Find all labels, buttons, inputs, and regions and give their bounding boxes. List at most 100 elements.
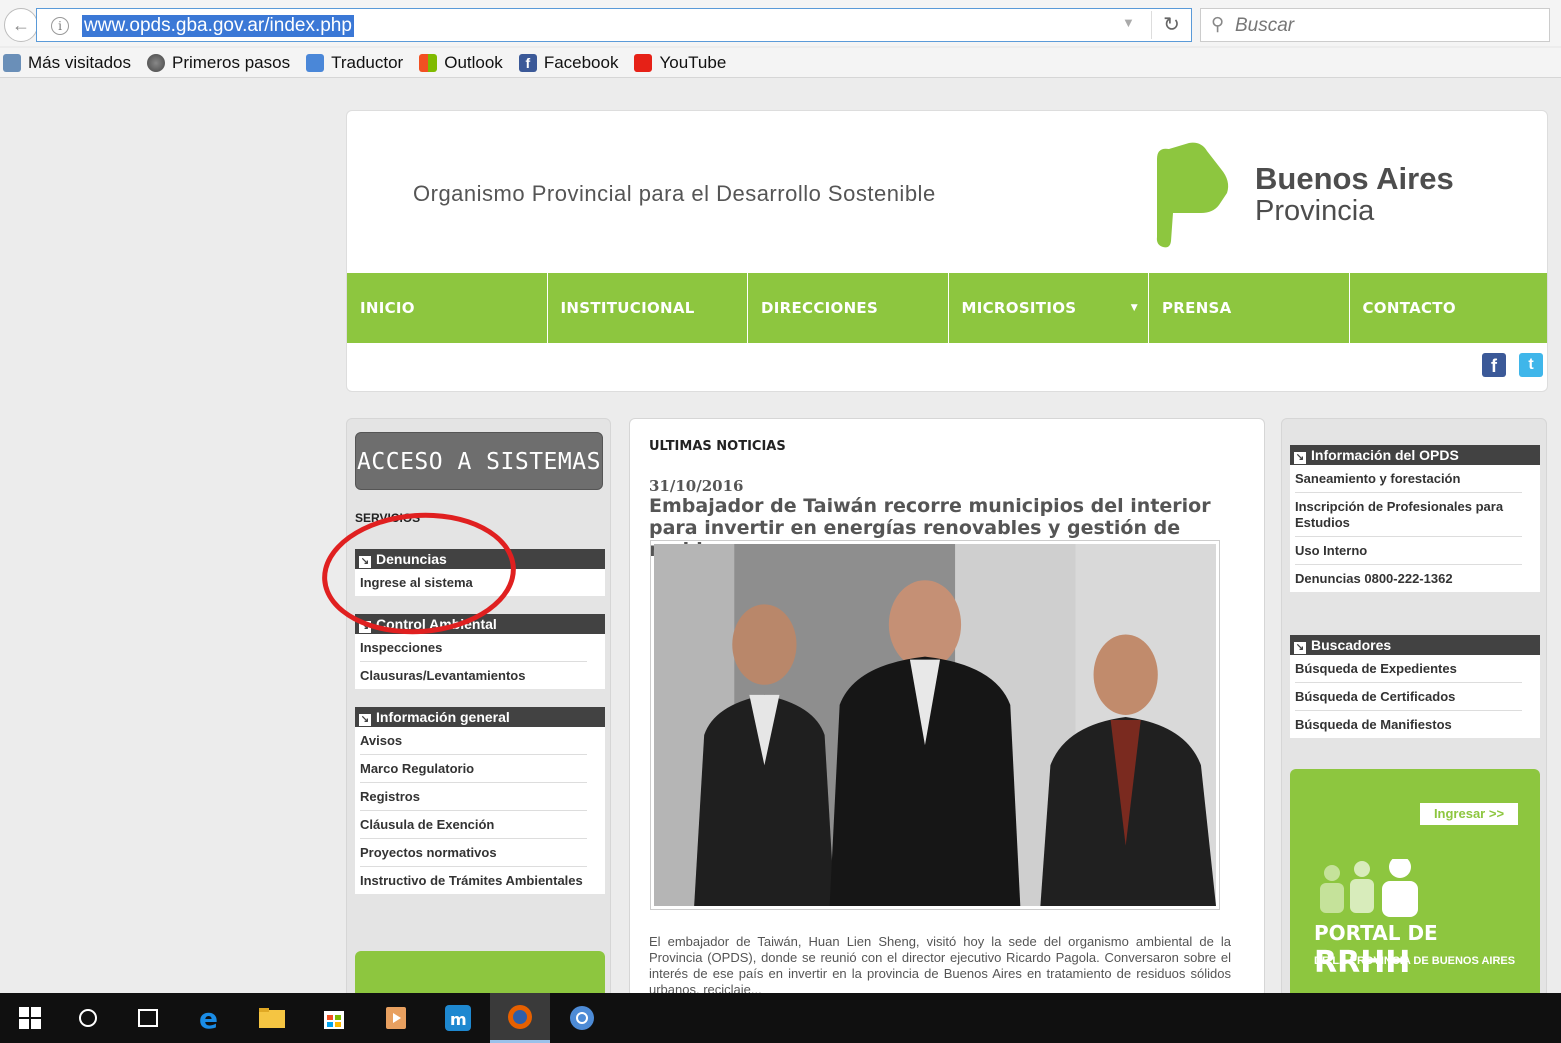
arrow-icon: ↘ [1294, 642, 1306, 654]
green-banner[interactable] [355, 951, 605, 997]
left-sidebar: ACCESO A SISTEMAS SERVICIOS ↘ Denuncias I… [346, 418, 611, 998]
block-header: ↘ Buscadores [1290, 635, 1540, 655]
link-busqueda-certificados[interactable]: Búsqueda de Certificados [1295, 683, 1522, 711]
link-instructivo-tramites[interactable]: Instructivo de Trámites Ambientales [360, 867, 587, 894]
bookmark-outlook[interactable]: Outlook [413, 53, 503, 73]
reload-icon[interactable]: ↻ [1151, 11, 1191, 39]
link-inspecciones[interactable]: Inspecciones [360, 634, 587, 662]
news-date: 31/10/2016 [649, 477, 744, 495]
buenos-aires-logo-icon[interactable] [1151, 141, 1233, 251]
translate-icon [306, 53, 325, 72]
news-photo[interactable] [650, 540, 1220, 910]
microsoft-icon [419, 53, 438, 72]
link-inscripcion-profesionales[interactable]: Inscripción de Profesionales para Estudi… [1295, 493, 1522, 537]
bookmark-youtube[interactable]: YouTube [628, 53, 726, 73]
logo-text-line2: Provincia [1255, 195, 1375, 227]
store-icon[interactable] [304, 993, 364, 1043]
svg-text:e: e [199, 1004, 218, 1032]
address-bar[interactable]: i www.opds.gba.gov.ar/index.php ▼ ↻ [36, 8, 1192, 42]
search-input[interactable]: ⚲ Buscar [1200, 8, 1550, 42]
organization-name: Organismo Provincial para el Desarrollo … [413, 181, 936, 206]
link-denuncias-telefono[interactable]: Denuncias 0800-222-1362 [1295, 565, 1522, 592]
firefox-icon[interactable] [490, 993, 550, 1043]
block-title: Buscadores [1311, 637, 1392, 653]
caret-down-icon: ▼ [1130, 303, 1138, 313]
site-header: Organismo Provincial para el Desarrollo … [346, 110, 1548, 392]
main-nav: INICIO INSTITUCIONAL DIRECCIONES MICROSI… [347, 273, 1548, 343]
portal-subtitle: DE LA PROVINCIA DE BUENOS AIRES [1314, 955, 1516, 967]
block-title: Información general [376, 709, 510, 725]
portal-title: PORTAL DE RRHH [1314, 921, 1540, 980]
nav-prensa[interactable]: PRENSA [1149, 273, 1350, 343]
news-panel: ULTIMAS NOTICIAS 31/10/2016 Embajador de… [629, 418, 1265, 998]
informacion-general-block: ↘ Información general Avisos Marco Regula… [355, 707, 605, 894]
informacion-opds-block: ↘ Información del OPDS Saneamiento y fore… [1290, 445, 1540, 592]
arrow-icon: ↘ [359, 714, 371, 726]
link-avisos[interactable]: Avisos [360, 727, 587, 755]
most-visited-icon [3, 53, 21, 72]
bookmark-mas-visitados[interactable]: Más visitados [0, 53, 131, 73]
media-player-icon[interactable] [366, 993, 426, 1043]
bookmark-traductor[interactable]: Traductor [300, 53, 403, 73]
arrow-icon: ↘ [1294, 452, 1306, 464]
block-header: ↘ Información general [355, 707, 605, 727]
acceso-sistemas-button[interactable]: ACCESO A SISTEMAS [355, 432, 603, 490]
bookmark-label: Outlook [444, 52, 503, 72]
twitter-icon[interactable]: t [1519, 353, 1543, 377]
link-busqueda-expedientes[interactable]: Búsqueda de Expedientes [1295, 655, 1522, 683]
link-saneamiento[interactable]: Saneamiento y forestación [1295, 465, 1522, 493]
youtube-icon [634, 53, 653, 72]
url-text[interactable]: www.opds.gba.gov.ar/index.php [82, 15, 354, 37]
search-icon: ⚲ [1211, 14, 1225, 34]
link-clausuras[interactable]: Clausuras/Levantamientos [360, 662, 587, 689]
portal-rrhh-banner[interactable]: Ingresar >> PORTAL DE RRHH DE LA PROVINC… [1290, 769, 1540, 997]
link-busqueda-manifiestos[interactable]: Búsqueda de Manifiestos [1295, 711, 1522, 738]
info-icon[interactable]: i [51, 17, 69, 35]
nav-micrositios-label: MICROSITIOS [961, 299, 1077, 317]
bookmark-facebook[interactable]: f Facebook [513, 52, 619, 73]
logo-text-line1: Buenos Aires [1255, 161, 1454, 196]
news-body: El embajador de Taiwán, Huan Lien Sheng,… [649, 934, 1231, 997]
chrome-icon[interactable] [552, 993, 612, 1043]
globe-icon [146, 53, 165, 72]
facebook-icon: f [518, 53, 537, 72]
link-registros[interactable]: Registros [360, 783, 587, 811]
nav-contacto[interactable]: CONTACTO [1350, 273, 1548, 343]
nav-inicio[interactable]: INICIO [347, 273, 548, 343]
bookmarks-toolbar: Más visitados Primeros pasos Traductor O… [0, 48, 1561, 78]
svg-text:m: m [450, 1010, 467, 1029]
link-clausula-exencion[interactable]: Cláusula de Exención [360, 811, 587, 839]
nav-micrositios[interactable]: MICROSITIOS ▼ [949, 273, 1149, 343]
windows-start-icon[interactable] [0, 993, 60, 1043]
bookmark-label: YouTube [659, 52, 727, 72]
block-header: ↘ Información del OPDS [1290, 445, 1540, 465]
news-heading: ULTIMAS NOTICIAS [649, 439, 786, 454]
chevron-down-icon[interactable]: ▼ [1122, 15, 1135, 30]
task-view-icon[interactable] [118, 993, 178, 1043]
file-explorer-icon[interactable] [242, 993, 302, 1043]
nav-institucional[interactable]: INSTITUCIONAL [548, 273, 748, 343]
browser-toolbar: ← i www.opds.gba.gov.ar/index.php ▼ ↻ ⚲ … [0, 0, 1561, 46]
maxthon-icon[interactable]: m [428, 993, 488, 1043]
people-icon [1320, 859, 1418, 917]
link-uso-interno[interactable]: Uso Interno [1295, 537, 1522, 565]
cortana-icon[interactable] [58, 993, 118, 1043]
block-title: Información del OPDS [1311, 447, 1459, 463]
back-arrow-icon[interactable]: ← [4, 8, 38, 42]
ingresar-button[interactable]: Ingresar >> [1420, 803, 1518, 825]
buscadores-block: ↘ Buscadores Búsqueda de Expedientes Búsq… [1290, 635, 1540, 738]
bookmark-label: Facebook [543, 52, 619, 72]
right-sidebar: ↘ Información del OPDS Saneamiento y fore… [1281, 418, 1547, 998]
edge-icon[interactable]: e [180, 993, 240, 1043]
link-proyectos-normativos[interactable]: Proyectos normativos [360, 839, 587, 867]
link-marco-regulatorio[interactable]: Marco Regulatorio [360, 755, 587, 783]
nav-direcciones[interactable]: DIRECCIONES [748, 273, 949, 343]
bookmark-label: Más visitados [28, 52, 131, 72]
windows-taskbar: e m [0, 993, 1561, 1043]
photo-illustration [654, 544, 1216, 906]
bookmark-label: Primeros pasos [171, 52, 291, 72]
bookmark-primeros-pasos[interactable]: Primeros pasos [141, 53, 290, 73]
bookmark-label: Traductor [331, 52, 404, 72]
facebook-icon[interactable]: f [1482, 353, 1506, 377]
search-placeholder: Buscar [1235, 15, 1295, 36]
